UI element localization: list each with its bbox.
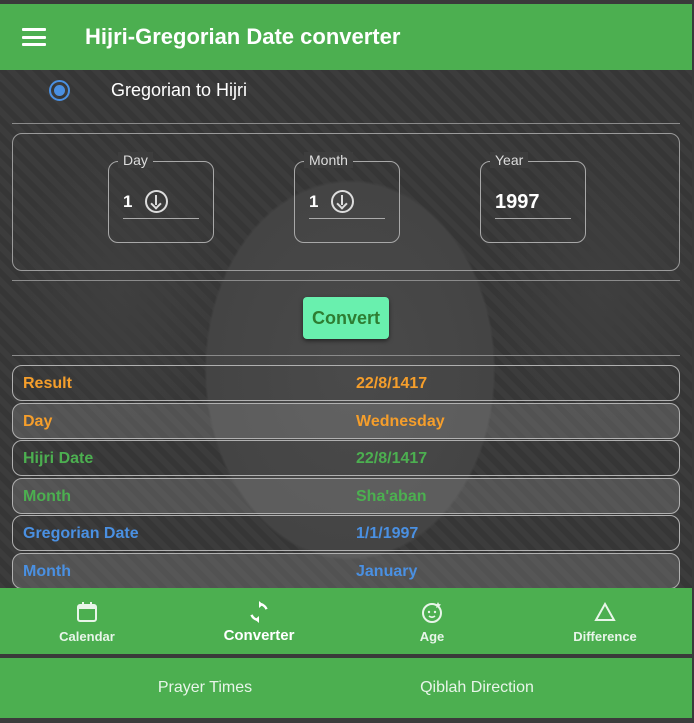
bottom-navigation: Calendar Converter Age Difference [0, 588, 692, 654]
month-field[interactable]: Month 1 [294, 152, 400, 243]
nav-converter[interactable]: Converter [189, 588, 329, 654]
result-row: Month January [12, 553, 680, 589]
result-value: 1/1/1997 [356, 525, 419, 542]
nav-difference[interactable]: Difference [535, 588, 675, 654]
result-value: 22/8/1417 [356, 375, 428, 392]
month-underline [309, 218, 385, 219]
app-frame: Hijri-Gregorian Date converter Gregorian… [0, 0, 694, 723]
qiblah-direction-button[interactable]: Qiblah Direction [330, 658, 624, 718]
refresh-icon [250, 601, 268, 623]
year-input[interactable]: 1997 [495, 191, 540, 214]
menu-icon[interactable] [22, 28, 46, 46]
result-key: Month [23, 563, 71, 580]
result-value: Sha'aban [356, 488, 427, 505]
mode-radio[interactable] [49, 80, 70, 101]
triangle-delta-icon [594, 601, 616, 621]
nav-label: Age [419, 629, 445, 644]
result-value: 22/8/1417 [356, 450, 428, 467]
bottom-action-bar: Prayer Times Qiblah Direction [0, 658, 692, 718]
result-row: Day Wednesday [12, 403, 680, 439]
nav-label: Difference [573, 629, 637, 644]
convert-button[interactable]: Convert [303, 297, 389, 339]
dropdown-arrow-icon[interactable] [331, 190, 354, 213]
nav-age[interactable]: Age [362, 588, 502, 654]
result-row: Month Sha'aban [12, 478, 680, 514]
nav-calendar[interactable]: Calendar [17, 588, 157, 654]
result-row: Gregorian Date 1/1/1997 [12, 515, 680, 551]
year-label: Year [490, 152, 529, 168]
day-underline [123, 218, 199, 219]
baby-face-icon [422, 602, 442, 623]
calendar-icon [77, 602, 97, 622]
day-label: Day [118, 152, 153, 168]
result-value: Wednesday [356, 413, 445, 430]
result-value: January [356, 563, 418, 580]
result-key: Month [23, 488, 71, 505]
result-key: Day [23, 413, 53, 430]
day-value: 1 [123, 192, 133, 211]
month-value: 1 [309, 192, 319, 211]
app-bar: Hijri-Gregorian Date converter [0, 4, 692, 70]
divider [12, 280, 680, 281]
dropdown-arrow-icon[interactable] [145, 190, 168, 213]
year-field[interactable]: Year 1997 [480, 152, 586, 243]
nav-label: Converter [223, 627, 295, 644]
month-label: Month [304, 152, 353, 168]
result-key: Gregorian Date [23, 525, 139, 542]
conversion-mode-row: Gregorian to Hijri [0, 72, 680, 108]
result-key: Hijri Date [23, 450, 94, 467]
divider [12, 123, 680, 124]
divider [12, 355, 680, 356]
mode-label[interactable]: Gregorian to Hijri [111, 80, 247, 101]
prayer-times-button[interactable]: Prayer Times [60, 658, 350, 718]
result-row: Hijri Date 22/8/1417 [12, 440, 680, 476]
nav-label: Calendar [59, 629, 115, 644]
result-row: Result 22/8/1417 [12, 365, 680, 401]
result-key: Result [23, 375, 72, 392]
day-field[interactable]: Day 1 [108, 152, 214, 243]
year-underline [495, 218, 571, 219]
page-title: Hijri-Gregorian Date converter [85, 24, 401, 49]
date-input-group: Day 1 Month 1 Year 1997 [12, 133, 680, 271]
